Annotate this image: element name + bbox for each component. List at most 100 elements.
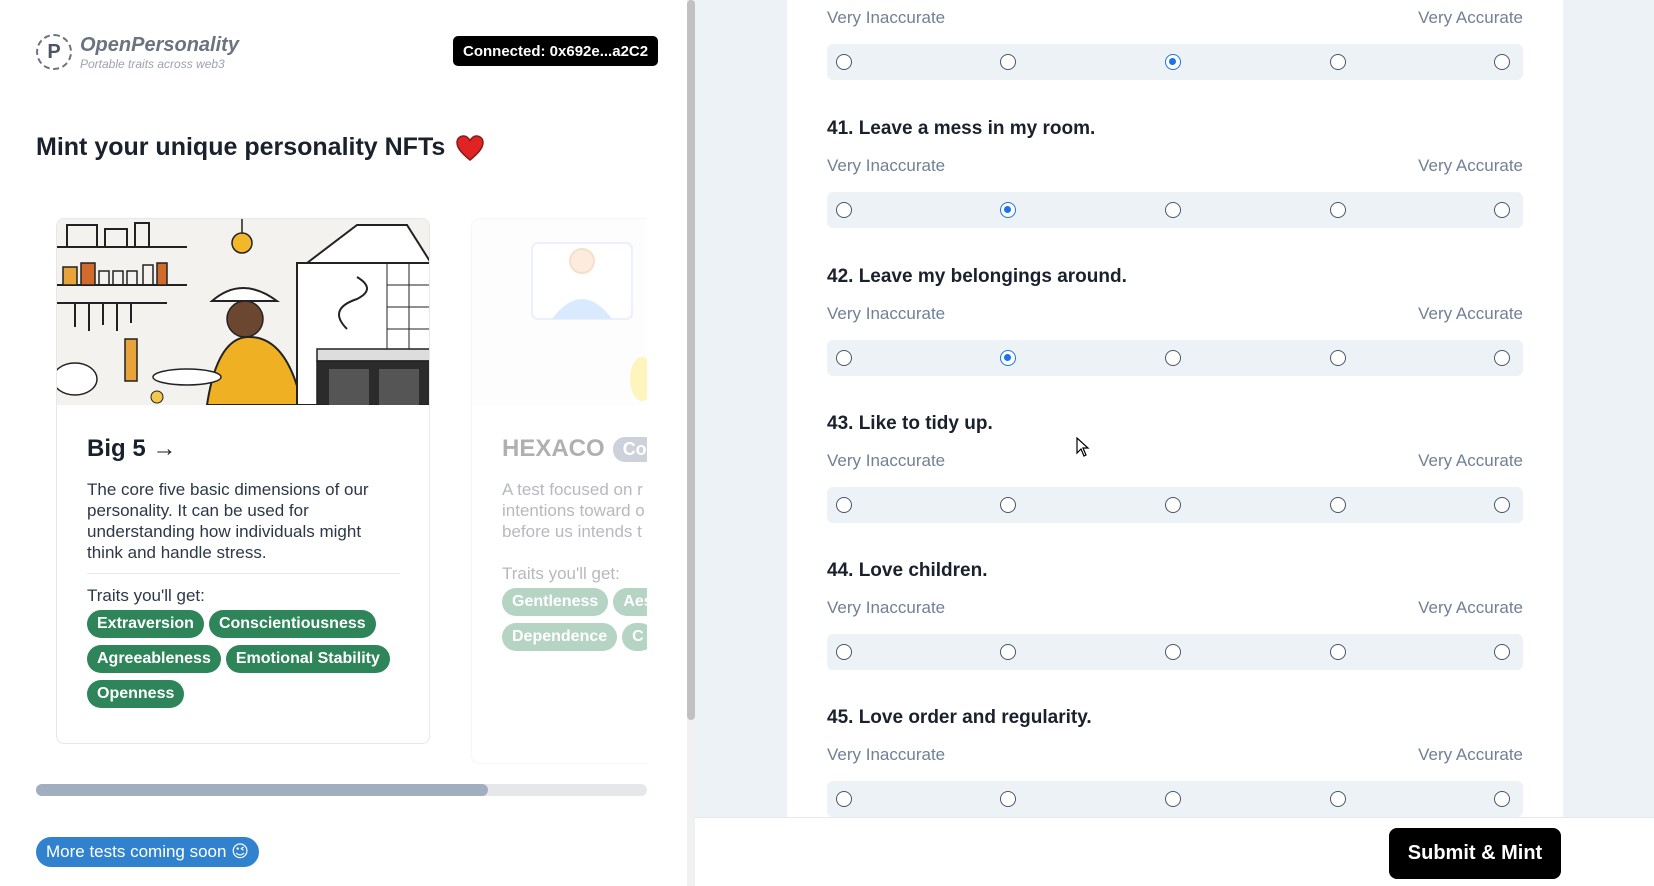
logo[interactable]: P OpenPersonality Portable traits across… (36, 34, 239, 70)
question-item: 42. Leave my belongings around. Very Inac… (827, 266, 1523, 376)
card-description: A test focused on r Character reveals a … (502, 480, 647, 541)
scale-labels: Very Inaccurate Very Accurate (827, 304, 1523, 326)
scale-labels: Very Inaccurate Very Accurate (827, 598, 1523, 620)
likert-radio-3[interactable] (1165, 202, 1181, 218)
likert-radio-2[interactable] (1000, 497, 1016, 513)
scale-high-label: Very Accurate (1418, 156, 1523, 175)
scale-low-label: Very Inaccurate (827, 451, 946, 470)
likert-options (827, 781, 1523, 817)
question-title: 45. Love order and regularity. (827, 707, 1092, 728)
coming-soon-badge: Co (612, 436, 647, 462)
likert-options (827, 44, 1523, 80)
likert-radio-3[interactable] (1165, 350, 1181, 366)
footer-bar: Submit & Mint (695, 817, 1654, 886)
likert-radio-2[interactable] (1000, 202, 1016, 218)
card-title-hexaco-text: HEXACO (502, 435, 605, 462)
likert-radio-2[interactable] (1000, 54, 1016, 70)
likert-radio-3[interactable] (1165, 497, 1181, 513)
likert-radio-5[interactable] (1494, 350, 1510, 366)
left-panel-scrollbar[interactable] (687, 0, 695, 886)
scale-labels: Very Inaccurate Very Accurate (827, 451, 1523, 473)
trait-tag: Conscientiousness (208, 610, 376, 638)
likert-radio-1[interactable] (836, 497, 852, 513)
likert-radio-1[interactable] (836, 644, 852, 660)
questionnaire-panel: Very Inaccurate Very Accurate 41. Leave a … (695, 0, 1654, 886)
likert-radio-2[interactable] (1000, 644, 1016, 660)
scale-labels: Very Inaccurate Very Accurate (827, 8, 1523, 30)
likert-options (827, 487, 1523, 523)
likert-radio-1[interactable] (836, 350, 852, 366)
hexaco-illustration (472, 219, 647, 405)
likert-radio-3[interactable] (1165, 791, 1181, 807)
scale-high-label: Very Accurate (1418, 598, 1523, 617)
mouse-cursor-icon (1076, 437, 1090, 457)
carousel-scrollbar[interactable] (36, 784, 647, 796)
carousel-scrollbar-thumb[interactable] (36, 784, 488, 796)
question-item: Very Inaccurate Very Accurate (827, 8, 1523, 80)
question-item: 43. Like to tidy up. Very Inaccurate Very … (827, 413, 1523, 523)
likert-radio-4[interactable] (1330, 497, 1346, 513)
likert-radio-5[interactable] (1494, 791, 1510, 807)
likert-radio-5[interactable] (1494, 644, 1510, 660)
likert-radio-4[interactable] (1330, 54, 1346, 70)
scale-low-label: Very Inaccurate (827, 8, 946, 27)
card-description: The core five basic dimensions of our pe… (87, 479, 400, 574)
test-card-hexaco[interactable]: HEXACO Co A test focused on r Character … (471, 218, 647, 764)
question-list: Very Inaccurate Very Accurate 41. Leave a … (787, 0, 1563, 817)
traits-label: Traits you'll get: (87, 586, 205, 605)
scale-low-label: Very Inaccurate (827, 156, 946, 175)
logo-icon: P (36, 34, 72, 70)
likert-radio-5[interactable] (1494, 202, 1510, 218)
likert-radio-1[interactable] (836, 202, 852, 218)
likert-radio-3[interactable] (1165, 54, 1181, 70)
likert-radio-5[interactable] (1494, 54, 1510, 70)
question-title: 41. Leave a mess in my room. (827, 118, 1096, 139)
likert-radio-4[interactable] (1330, 791, 1346, 807)
trait-tags: Gentleness Aesthetic Apprec Dependence C (502, 588, 647, 651)
traits-label: Traits you'll get: (502, 564, 620, 583)
submit-mint-button[interactable]: Submit & Mint (1389, 828, 1561, 879)
more-tests-badge: More tests coming soon 😉 (36, 837, 259, 867)
question-title: 43. Like to tidy up. (827, 413, 993, 434)
trait-tag: Gentleness (502, 588, 609, 616)
card-title-hexaco[interactable]: HEXACO Co (502, 435, 647, 463)
heart-icon (456, 134, 485, 161)
trait-tag: Aesthetic Apprec (613, 588, 647, 616)
likert-radio-1[interactable] (836, 791, 852, 807)
kitchen-illustration (57, 219, 429, 405)
logo-tagline: Portable traits across web3 (80, 56, 225, 71)
scale-high-label: Very Accurate (1418, 8, 1523, 27)
likert-options (827, 192, 1523, 228)
trait-tag: Dependence (502, 623, 618, 651)
likert-radio-5[interactable] (1494, 497, 1510, 513)
page-title-text: Mint your unique personality NFTs (36, 133, 446, 161)
scale-low-label: Very Inaccurate (827, 745, 946, 764)
left-panel: P OpenPersonality Portable traits across… (0, 0, 687, 886)
card-title-big5[interactable]: Big 5 → (87, 435, 399, 463)
left-panel-scrollbar-thumb[interactable] (687, 0, 695, 720)
scale-labels: Very Inaccurate Very Accurate (827, 745, 1523, 767)
page-title: Mint your unique personality NFTs (36, 133, 485, 162)
question-title: 44. Love children. (827, 560, 988, 581)
likert-radio-2[interactable] (1000, 791, 1016, 807)
trait-tag: C (622, 623, 647, 651)
scale-high-label: Very Accurate (1418, 451, 1523, 470)
test-card-big5[interactable]: Big 5 → The core five basic dimensions o… (56, 218, 430, 744)
likert-radio-1[interactable] (836, 54, 852, 70)
question-item: 45. Love order and regularity. Very Inacc… (827, 707, 1523, 817)
test-carousel[interactable]: Big 5 → The core five basic dimensions o… (36, 218, 647, 768)
trait-tag: Agreeableness (87, 645, 221, 673)
question-title: 42. Leave my belongings around. (827, 266, 1127, 287)
likert-radio-2[interactable] (1000, 350, 1016, 366)
wallet-connected-button[interactable]: Connected: 0x692e...a2C2 (453, 36, 659, 66)
likert-radio-3[interactable] (1165, 644, 1181, 660)
trait-tags: Extraversion Conscientiousness Agreeable… (87, 610, 407, 708)
likert-radio-4[interactable] (1330, 644, 1346, 660)
likert-options (827, 634, 1523, 670)
scale-high-label: Very Accurate (1418, 304, 1523, 323)
scale-low-label: Very Inaccurate (827, 598, 946, 617)
likert-options (827, 340, 1523, 376)
likert-radio-4[interactable] (1330, 202, 1346, 218)
scale-labels: Very Inaccurate Very Accurate (827, 156, 1523, 178)
likert-radio-4[interactable] (1330, 350, 1346, 366)
